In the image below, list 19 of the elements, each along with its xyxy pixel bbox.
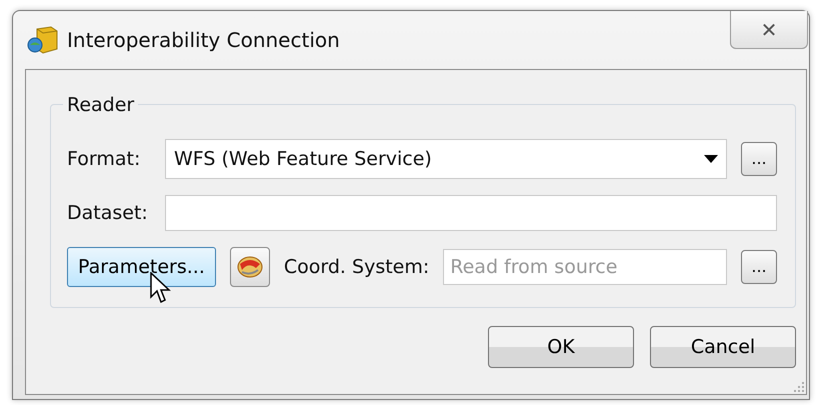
caret-icon	[704, 155, 718, 163]
browse-button[interactable]: ...	[741, 142, 777, 176]
browse-button[interactable]: ...	[741, 250, 777, 284]
coord-system-label: Coord. System:	[284, 254, 430, 280]
resize-grip-icon[interactable]	[794, 382, 804, 392]
parameters-button[interactable]: Parameters...	[67, 247, 216, 287]
app-icon	[27, 25, 59, 55]
window-title: Interoperability Connection	[67, 27, 340, 54]
dialog-button[interactable]: OK	[488, 326, 634, 368]
dataset-label: Dataset:	[67, 200, 149, 226]
coordinate-system-button[interactable]	[230, 247, 270, 287]
coord-system-field[interactable]: Read from source	[443, 249, 727, 285]
globe-icon	[236, 254, 264, 280]
format-label: Format:	[67, 146, 142, 172]
mouse-cursor-icon	[150, 272, 172, 304]
dataset-field[interactable]	[165, 195, 777, 231]
dialog-button[interactable]: Cancel	[650, 326, 796, 368]
format-dropdown[interactable]: WFS (Web Feature Service)	[165, 139, 727, 179]
close-button[interactable]: ✕	[730, 11, 808, 49]
